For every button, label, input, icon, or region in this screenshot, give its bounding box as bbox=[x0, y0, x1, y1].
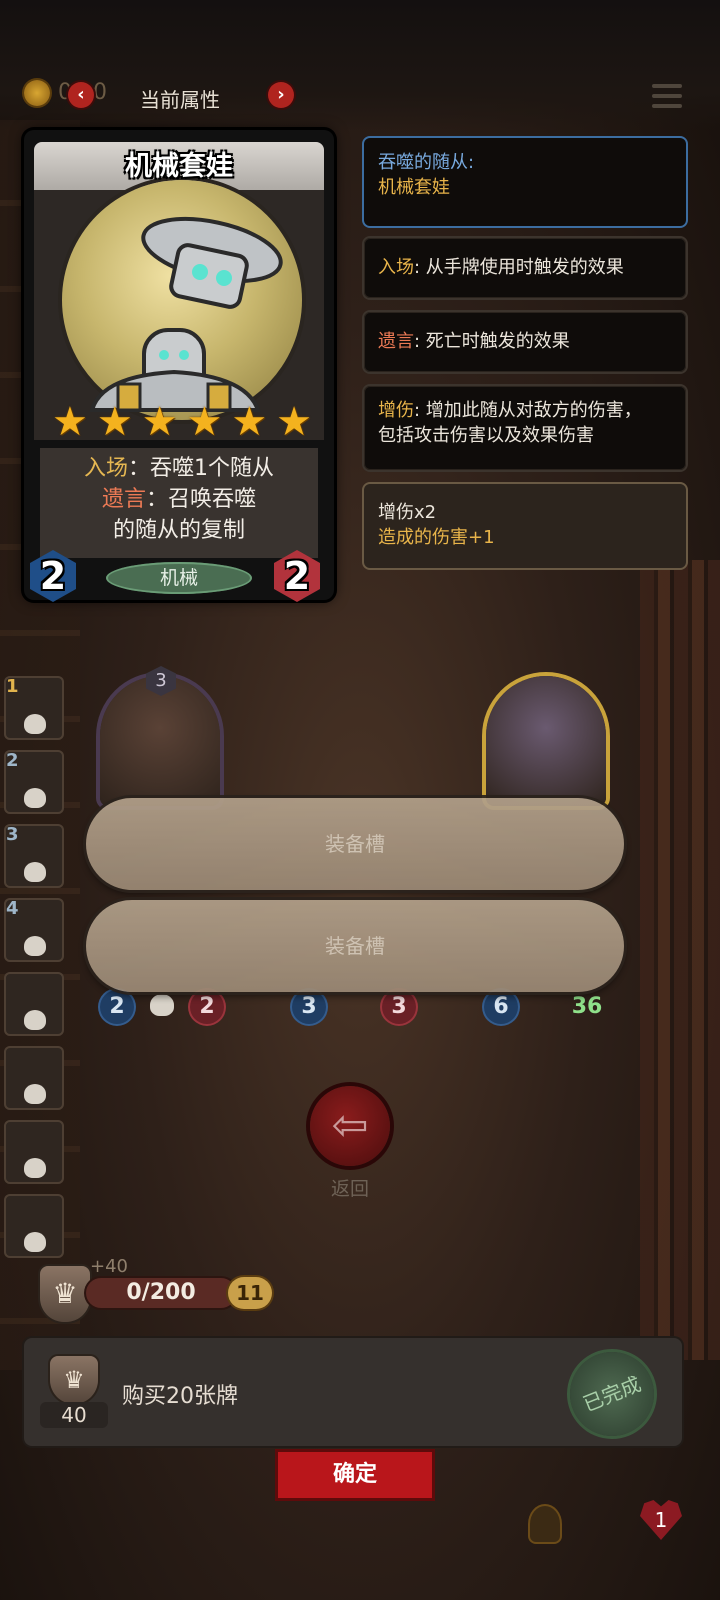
bonus-points: +40 bbox=[90, 1256, 128, 1277]
devoured-label: 吞噬的随从: bbox=[378, 152, 475, 173]
progress-text: 0/200 bbox=[126, 1280, 196, 1305]
buff-title: 增伤x2 bbox=[378, 502, 437, 523]
lives-heart: 1 bbox=[640, 1500, 682, 1540]
roster-slot[interactable]: 4 bbox=[4, 898, 64, 962]
roster-number: 4 bbox=[6, 898, 19, 919]
arrow-left-icon: ⇦ bbox=[331, 1100, 369, 1151]
task-description: 购买20张牌 bbox=[122, 1384, 238, 1409]
battlecry-keyword: 入场 bbox=[378, 257, 414, 278]
coin-icon bbox=[24, 80, 50, 106]
deathrattle-keyword: 遗言 bbox=[101, 487, 146, 512]
top-bar bbox=[0, 0, 720, 130]
level-badge: 11 bbox=[228, 1277, 272, 1309]
skull-icon bbox=[150, 994, 174, 1016]
tribe-tag: 机械 bbox=[106, 562, 252, 594]
deathrattle-keyword: 遗言 bbox=[378, 331, 414, 352]
row-stat: 36 bbox=[571, 994, 603, 1019]
buff-description: 造成的伤害+1 bbox=[378, 527, 495, 548]
roster-slot[interactable] bbox=[4, 1194, 64, 1258]
star-icon: ★ bbox=[276, 399, 312, 445]
crown-icon: ♛ bbox=[50, 1356, 98, 1404]
damage-up-description-2: 包括攻击伤害以及效果伤害 bbox=[378, 425, 594, 446]
row-stat: 2 bbox=[100, 990, 134, 1024]
confirm-button[interactable]: 确定 bbox=[278, 1452, 432, 1498]
deathrattle-panel: 遗言: 死亡时触发的效果 bbox=[364, 312, 686, 372]
star-icon: ★ bbox=[231, 399, 268, 445]
roster-slot[interactable] bbox=[4, 1120, 64, 1184]
row-stat: 6 bbox=[484, 990, 518, 1024]
skull-icon bbox=[24, 788, 46, 808]
skull-icon bbox=[24, 936, 46, 956]
menu-icon[interactable] bbox=[652, 84, 682, 112]
battlecry-keyword: 入场 bbox=[83, 456, 128, 481]
roster-slot[interactable] bbox=[4, 972, 64, 1036]
trophy-icon bbox=[530, 1506, 560, 1542]
row-stat: 2 bbox=[190, 990, 224, 1024]
equipment-slot-1[interactable]: 装备槽 bbox=[86, 798, 624, 890]
star-icon: ★ bbox=[186, 399, 223, 445]
board-minion-2[interactable] bbox=[486, 676, 606, 806]
back-button[interactable]: ⇦ bbox=[310, 1086, 390, 1166]
damage-up-description: : 增加此随从对敌方的伤害， bbox=[414, 400, 642, 421]
crown-icon: ♛ bbox=[40, 1266, 90, 1322]
card-text-line-3: 的随从的复制 bbox=[112, 518, 245, 543]
star-icon: ★ bbox=[96, 399, 133, 445]
roster-number: 1 bbox=[6, 676, 19, 697]
card-text-line-2: 遗言：召唤吞噬 bbox=[24, 481, 334, 513]
skull-icon bbox=[24, 1010, 46, 1030]
robot-illustration bbox=[89, 216, 283, 412]
page-title: 当前属性 bbox=[140, 88, 220, 112]
skull-icon bbox=[24, 714, 46, 734]
roster-number: 3 bbox=[6, 824, 19, 845]
skull-icon bbox=[24, 862, 46, 882]
card-name: 机械套娃 bbox=[125, 151, 233, 182]
next-attribute-button[interactable]: › bbox=[268, 82, 294, 108]
damage-up-keyword: 增伤 bbox=[378, 400, 414, 421]
matryoshka-robot-art bbox=[62, 180, 302, 420]
task-reward: 40 bbox=[40, 1402, 108, 1428]
skull-icon bbox=[24, 1232, 46, 1252]
bookshelf-right bbox=[640, 560, 720, 1360]
minion-card: 机械套娃 ★ ★ ★ ★ ★ ★ 入场：吞噬1个随从 遗言：召唤吞噬 的随从的复制 机械 … bbox=[24, 130, 334, 602]
equipment-slot-2[interactable]: 装备槽 bbox=[86, 900, 624, 992]
prev-attribute-button[interactable]: ‹ bbox=[68, 82, 94, 108]
roster-slot[interactable]: 3 bbox=[4, 824, 64, 888]
skull-icon bbox=[24, 1158, 46, 1178]
buff-panel: 增伤x2 造成的伤害+1 bbox=[364, 484, 686, 568]
devoured-minion-panel: 吞噬的随从: 机械套娃 bbox=[364, 138, 686, 226]
deathrattle-description: : 死亡时触发的效果 bbox=[414, 331, 570, 352]
star-icon: ★ bbox=[52, 399, 88, 445]
damage-up-panel: 增伤: 增加此随从对敌方的伤害， 包括攻击伤害以及效果伤害 bbox=[364, 386, 686, 470]
battlecry-panel: 入场: 从手牌使用时触发的效果 bbox=[364, 238, 686, 298]
roster-slot[interactable]: 2 bbox=[4, 750, 64, 814]
roster-number: 2 bbox=[6, 750, 19, 771]
devoured-name: 机械套娃 bbox=[378, 177, 450, 198]
row-stat: 3 bbox=[382, 990, 416, 1024]
card-text-line-1: 入场：吞噬1个随从 bbox=[24, 450, 334, 482]
skull-icon bbox=[24, 1084, 46, 1104]
star-rating: ★ ★ ★ ★ ★ ★ bbox=[52, 400, 312, 444]
row-stat: 3 bbox=[292, 990, 326, 1024]
chevron-right-icon: › bbox=[277, 84, 285, 105]
chevron-left-icon: ‹ bbox=[77, 84, 85, 105]
back-label: 返回 bbox=[330, 1178, 369, 1200]
roster-slot[interactable] bbox=[4, 1046, 64, 1110]
battlecry-description: : 从手牌使用时触发的效果 bbox=[414, 257, 624, 278]
roster-slot[interactable]: 1 bbox=[4, 676, 64, 740]
deathrattle-text: ：召唤吞噬 bbox=[146, 487, 257, 512]
battlecry-text: ：吞噬1个随从 bbox=[128, 456, 274, 481]
star-icon: ★ bbox=[141, 399, 178, 445]
